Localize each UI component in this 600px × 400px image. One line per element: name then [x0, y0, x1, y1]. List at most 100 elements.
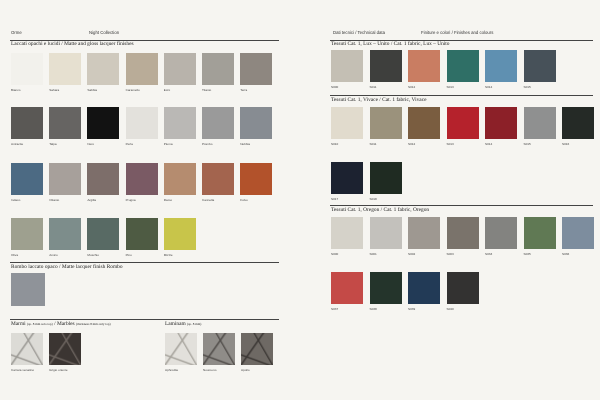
fabric-swatch-label: S013 [446, 142, 454, 146]
lacquer-swatch[interactable] [125, 218, 158, 250]
lacquer-swatch[interactable] [125, 163, 158, 195]
lacquer-swatch[interactable] [202, 107, 234, 139]
fabric-swatch[interactable] [331, 162, 363, 194]
fabric-swatch[interactable] [369, 217, 402, 249]
fabric-swatch-label: S010 [331, 142, 339, 146]
marble-title: Marmi [11, 321, 26, 327]
lux-section-title: Tessuti Cat. 1, Lux – Unito / Cat. 1 fab… [331, 41, 450, 47]
lacquer-swatch-label: Muschio [87, 253, 99, 257]
lacquer-swatch-label: Fulvo [240, 198, 248, 202]
fabric-swatch[interactable] [408, 50, 440, 82]
lacquer-swatch[interactable] [49, 53, 82, 85]
lacquer-swatch[interactable] [240, 53, 273, 85]
fabric-swatch[interactable] [523, 217, 556, 249]
marble-section-title: Marmi (sp. 8 mm solo top) / Marbles (thi… [11, 321, 111, 327]
fabric-swatch-label: S011 [369, 85, 377, 89]
section-rule [10, 319, 279, 320]
fabric-swatch[interactable] [408, 272, 440, 304]
lacquer-swatch-label: Pino [125, 253, 132, 257]
fabric-swatch[interactable] [523, 50, 556, 82]
fabric-swatch[interactable] [369, 272, 402, 304]
fabric-swatch[interactable] [331, 50, 363, 82]
fabric-swatch[interactable] [485, 107, 517, 139]
lacquer-swatch-label: Prugna [125, 198, 136, 202]
lacquer-swatch[interactable] [87, 107, 120, 139]
lacquer-swatch[interactable] [125, 107, 158, 139]
lacquer-swatch[interactable] [202, 53, 234, 85]
lacquer-swatch[interactable] [202, 163, 234, 195]
stone-swatch[interactable] [165, 333, 197, 365]
lacquer-swatch[interactable] [87, 53, 120, 85]
fabric-swatch-label: S038 [369, 307, 377, 311]
lacquer-swatch-label: Sahara [49, 88, 60, 92]
fabric-swatch[interactable] [331, 107, 363, 139]
finishes-header: Finiture e colori / Finishes and colours [421, 30, 494, 35]
fabric-swatch[interactable] [369, 50, 402, 82]
lacquer-swatch[interactable] [163, 163, 196, 195]
lacquer-swatch[interactable] [11, 218, 43, 250]
stone-swatch-label: Carrara venatino [11, 368, 35, 372]
laminam-section-title: Laminam (sp. 8 mm) [165, 321, 201, 327]
fabric-swatch-label: S012 [408, 85, 416, 89]
lacquer-swatch[interactable] [49, 218, 82, 250]
lacquer-swatch[interactable] [163, 107, 196, 139]
stone-swatch-label: Apollo [241, 368, 250, 372]
lacquer-swatch-label: Bianco [11, 88, 21, 92]
fabric-swatch[interactable] [485, 50, 517, 82]
fabric-swatch-label: S015 [523, 85, 531, 89]
right-page: Dati tecnici / Technical data Finiture e… [300, 0, 600, 400]
fabric-swatch-label: S013 [446, 85, 454, 89]
fabric-swatch-label: S002 [408, 252, 416, 256]
lacquer-swatch[interactable] [11, 53, 43, 85]
technical-data-header: Dati tecnici / Technical data [333, 30, 385, 35]
stone-swatch[interactable] [241, 333, 273, 365]
lacquer-swatch[interactable] [125, 53, 158, 85]
lacquer-swatch[interactable] [49, 107, 82, 139]
stone-swatch[interactable] [11, 333, 43, 365]
fabric-swatch[interactable] [446, 50, 479, 82]
fabric-swatch[interactable] [485, 217, 517, 249]
fabric-swatch-label: S000 [331, 252, 339, 256]
fabric-swatch-label: S011 [369, 142, 377, 146]
lacquer-swatch-label: Nero [87, 142, 95, 146]
lacquer-swatch[interactable] [49, 163, 82, 195]
rombo-section-title: Rombo laccato opaco / Matte lacquer fini… [11, 264, 123, 270]
lacquer-swatch[interactable] [240, 107, 273, 139]
lacquer-swatch[interactable] [11, 163, 43, 195]
fabric-swatch[interactable] [331, 272, 363, 304]
stone-swatch[interactable] [203, 333, 235, 365]
marble-title-en-note: (thickness 8 mm only top) [76, 322, 111, 326]
fabric-swatch[interactable] [446, 272, 479, 304]
fabric-swatch-label: S000 [331, 85, 339, 89]
lacquer-swatch[interactable] [87, 218, 120, 250]
rombo-swatch[interactable] [11, 273, 45, 306]
lacquer-swatch-label: Argilla [87, 198, 96, 202]
fabric-swatch-label: S039 [408, 307, 416, 311]
fabric-swatch[interactable] [523, 107, 556, 139]
fabric-swatch[interactable] [562, 217, 594, 249]
lacquer-swatch[interactable] [163, 53, 196, 85]
fabric-swatch[interactable] [369, 162, 402, 194]
fabric-swatch[interactable] [331, 217, 363, 249]
fabric-swatch-label: S037 [331, 307, 339, 311]
left-page: Orme Night Collection Laccati opachi e l… [0, 0, 300, 400]
fabric-swatch[interactable] [562, 107, 594, 139]
lacquer-swatch[interactable] [163, 218, 196, 250]
fabric-swatch-label: S014 [485, 142, 493, 146]
lacquer-section-title: Laccati opachi e lucidi / Matte and glos… [11, 41, 134, 47]
marble-title-note: (sp. 8 mm solo top) [27, 322, 53, 326]
lacquer-swatch[interactable] [11, 107, 43, 139]
lacquer-swatch-label: Ecrù [163, 88, 171, 92]
fabric-swatch[interactable] [408, 217, 440, 249]
fabric-swatch[interactable] [369, 107, 402, 139]
lacquer-swatch-label: Ramo [163, 198, 173, 202]
fabric-swatch[interactable] [446, 217, 479, 249]
stone-swatch[interactable] [49, 333, 81, 365]
lacquer-swatch-label: Mizzle [163, 253, 173, 257]
stone-swatch-label: Aphrodite [165, 368, 179, 372]
fabric-swatch[interactable] [408, 107, 440, 139]
lacquer-swatch[interactable] [87, 163, 120, 195]
brand-header: Orme [11, 30, 22, 35]
fabric-swatch[interactable] [446, 107, 479, 139]
lacquer-swatch[interactable] [240, 163, 273, 195]
